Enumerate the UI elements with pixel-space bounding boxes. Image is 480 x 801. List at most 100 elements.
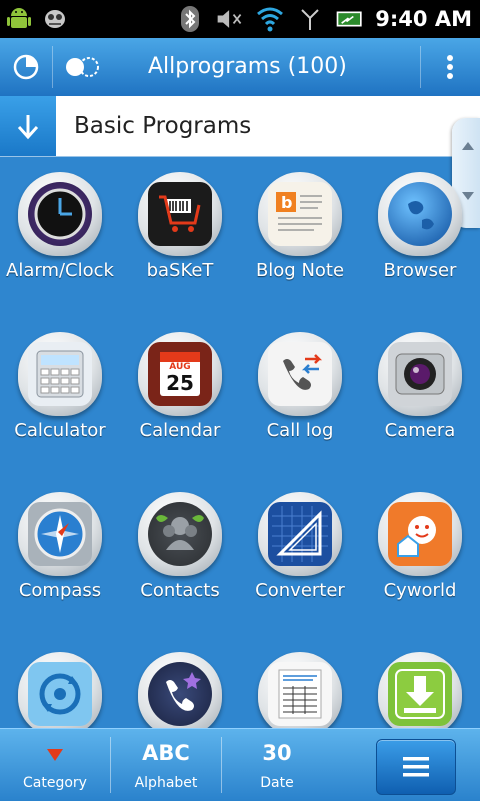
overflow-menu-button[interactable] <box>430 47 470 87</box>
app-label: baSKeT <box>146 260 214 281</box>
app-icon-frame <box>258 332 342 416</box>
app-contacts[interactable]: Contacts <box>120 476 240 636</box>
title-separator <box>52 46 53 88</box>
app-icon-frame <box>258 492 342 576</box>
app-download[interactable] <box>360 636 480 728</box>
app-call-log[interactable]: Call log <box>240 316 360 476</box>
bottom-bar: Category ABC Alphabet 30 Date <box>0 728 480 801</box>
sync-icon <box>28 662 92 726</box>
app-label: Converter <box>255 580 345 601</box>
sort-date-indicator: 30 <box>262 741 292 765</box>
battery-icon <box>335 4 365 34</box>
sort-date-label: Date <box>260 775 294 791</box>
download-icon <box>388 662 452 726</box>
app-phone[interactable] <box>120 636 240 728</box>
app-label: Blog Note <box>255 260 345 281</box>
app-label: Alarm/Clock <box>6 260 114 281</box>
app-document[interactable] <box>240 636 360 728</box>
page-title: Allprograms (100) <box>148 54 347 79</box>
app-label: Compass <box>18 580 102 601</box>
app-label: Cyworld <box>383 580 457 601</box>
app-blog-note[interactable]: b Blog Note <box>240 156 360 316</box>
app-basket[interactable]: baSKeT <box>120 156 240 316</box>
app-icon-frame <box>18 172 102 256</box>
app-icon-frame: AUG 25 <box>138 332 222 416</box>
status-notifications <box>4 2 70 32</box>
title-separator <box>420 46 421 88</box>
calendar-icon: AUG 25 <box>148 342 212 406</box>
document-icon <box>268 662 332 726</box>
more-vertical-icon <box>447 55 453 79</box>
app-icon-frame <box>258 652 342 728</box>
bug-icon <box>40 2 70 32</box>
hamburger-menu-icon <box>403 757 429 777</box>
app-label: Calculator <box>14 420 106 441</box>
sort-category-indicator <box>0 741 110 769</box>
app-converter[interactable]: Converter <box>240 476 360 636</box>
contacts-icon <box>148 502 212 566</box>
app-browser[interactable]: Browser <box>360 156 480 316</box>
sort-alphabet-indicator: ABC <box>142 741 190 765</box>
app-camera[interactable]: Camera <box>360 316 480 476</box>
toggle-circles-icon <box>66 57 99 77</box>
sort-alphabet-button[interactable]: ABC Alphabet <box>111 729 221 801</box>
app-icon-frame <box>138 492 222 576</box>
basket-icon <box>148 182 212 246</box>
app-label: Calendar <box>139 420 221 441</box>
blog-note-icon: b <box>268 182 332 246</box>
pie-view-button[interactable] <box>6 47 46 87</box>
scroll-up-icon[interactable] <box>462 142 474 150</box>
app-label: Camera <box>384 420 456 441</box>
app-grid: Alarm/Clock baSKeT b Blog Note Browser C… <box>0 156 480 728</box>
app-icon-frame <box>138 652 222 728</box>
bluetooth-icon <box>175 4 205 34</box>
app-sync[interactable] <box>0 636 120 728</box>
calculator-icon <box>28 342 92 406</box>
app-cyworld[interactable]: Cyworld <box>360 476 480 636</box>
category-selector[interactable]: Basic Programs <box>0 96 480 157</box>
compass-icon <box>28 502 92 566</box>
sort-date-button[interactable]: 30 Date <box>222 729 332 801</box>
status-bar: 9:40 AM <box>0 0 480 38</box>
app-icon-frame <box>18 492 102 576</box>
app-label: Browser <box>383 260 457 281</box>
sort-alphabet-label: Alphabet <box>134 775 198 791</box>
sort-category-button[interactable]: Category <box>0 729 110 801</box>
app-icon-frame: b <box>258 172 342 256</box>
app-calculator[interactable]: Calculator <box>0 316 120 476</box>
category-label: Basic Programs <box>74 113 252 139</box>
arrow-down-icon <box>17 115 39 140</box>
call-log-icon <box>268 342 332 406</box>
app-icon-frame <box>378 172 462 256</box>
title-bar: Allprograms (100) <box>0 38 480 96</box>
pie-chart-icon <box>13 54 39 80</box>
app-compass[interactable]: Compass <box>0 476 120 636</box>
triangle-down-icon <box>47 749 63 761</box>
app-icon-frame <box>18 652 102 728</box>
clock-time: 9:40 AM <box>375 7 472 31</box>
category-dropdown-button[interactable] <box>0 96 56 156</box>
app-alarm-clock[interactable]: Alarm/Clock <box>0 156 120 316</box>
mute-icon <box>215 4 245 34</box>
converter-icon <box>268 502 332 566</box>
app-icon-frame <box>378 652 462 728</box>
app-calendar[interactable]: AUG 25 Calendar <box>120 316 240 476</box>
app-label: Call log <box>266 420 334 441</box>
clock-icon <box>28 182 92 246</box>
app-icon-frame <box>18 332 102 416</box>
signal-icon <box>295 4 325 34</box>
toggle-view-button[interactable] <box>62 47 102 87</box>
wifi-icon <box>255 4 285 34</box>
calendar-page: AUG 25 <box>160 352 200 396</box>
sort-category-label: Category <box>23 775 87 791</box>
app-icon-frame <box>378 492 462 576</box>
app-label: Contacts <box>140 580 220 601</box>
svg-text:b: b <box>281 193 292 212</box>
globe-icon <box>388 182 452 246</box>
calendar-day: 25 <box>166 371 194 395</box>
status-indicators: 9:40 AM <box>175 0 472 38</box>
app-icon-frame <box>138 172 222 256</box>
menu-button[interactable] <box>376 739 456 795</box>
camera-icon <box>388 342 452 406</box>
android-icon <box>4 2 34 32</box>
